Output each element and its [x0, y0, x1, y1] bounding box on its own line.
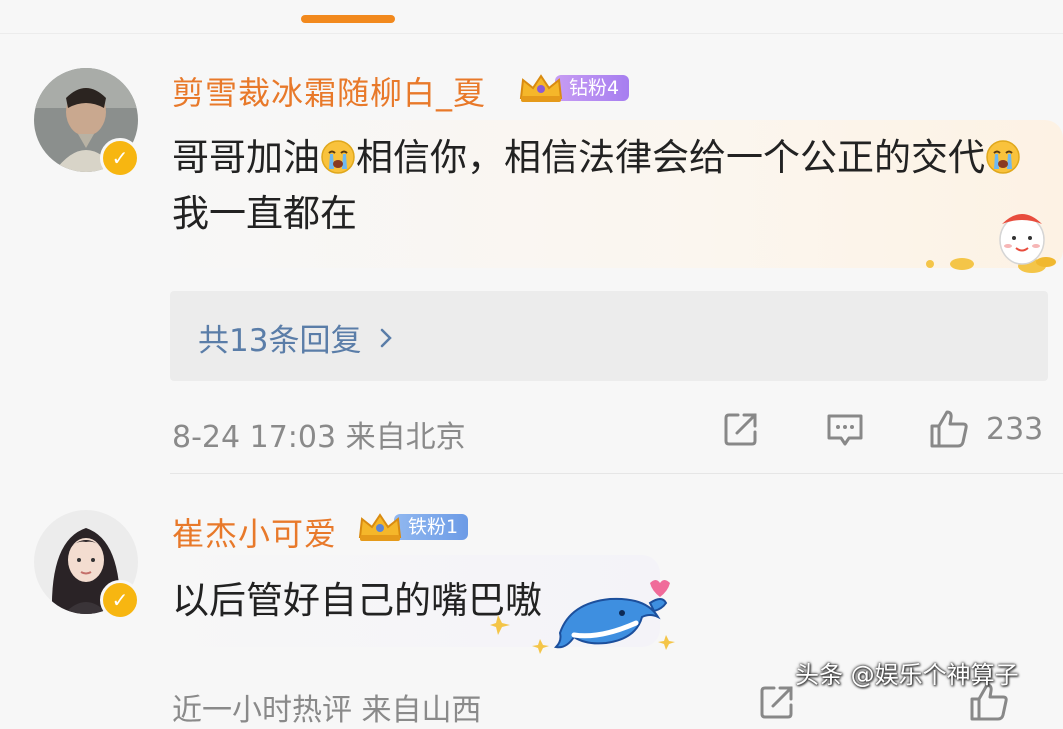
comment-text-part: 哥哥加油 — [172, 136, 320, 179]
crown-icon — [519, 74, 563, 102]
crown-icon — [358, 513, 402, 541]
crying-emoji-icon — [986, 140, 1020, 174]
share-button[interactable] — [758, 683, 796, 721]
replies-box[interactable]: 共13条回复 — [170, 291, 1048, 381]
share-button[interactable] — [722, 410, 760, 448]
view-replies-link[interactable]: 共13条回复 — [198, 315, 393, 360]
comment-text-part: 相信你，相信法律会给一个公正的交代 — [356, 136, 985, 179]
like-button[interactable]: 233 — [928, 408, 1043, 450]
reply-button[interactable] — [825, 410, 865, 450]
fan-badge[interactable]: 钻粉4 — [517, 72, 630, 104]
active-tab-indicator — [301, 15, 395, 23]
comment-meta: 近一小时热评 来自山西 — [172, 693, 482, 728]
comment-text-part: 我一直都在 — [172, 192, 357, 235]
username[interactable]: 崔杰小可爱 — [172, 509, 337, 555]
crying-emoji-icon — [321, 140, 355, 174]
fortune-doll-sticker-icon — [926, 214, 1056, 273]
comment-divider — [170, 473, 1063, 474]
comment-icon — [827, 414, 863, 446]
verified-badge-icon: ✓ — [100, 580, 140, 620]
chevron-right-icon — [381, 328, 393, 347]
comment-text: 哥哥加油 相信你，相信法律会给一个公正的交代 我一直都在 — [172, 130, 1042, 242]
share-icon — [760, 686, 793, 719]
header-divider — [0, 33, 1063, 34]
fan-badge[interactable]: 铁粉1 — [356, 511, 469, 543]
comment-item: ✓ 剪雪裁冰霜随柳白_夏 钻粉4 哥哥加油 相信你，相信法律会给一个公正的交代 … — [0, 58, 1063, 478]
fan-badge-label: 铁粉1 — [394, 514, 469, 540]
view-replies-label: 共13条回复 — [198, 323, 362, 359]
like-icon — [930, 410, 968, 448]
verified-badge-icon: ✓ — [100, 138, 140, 178]
comment-meta: 8-24 17:03 来自北京 — [172, 420, 466, 455]
like-count: 233 — [986, 411, 1044, 447]
username[interactable]: 剪雪裁冰霜随柳白_夏 — [172, 68, 486, 114]
whale-sticker-icon — [490, 580, 675, 654]
fan-badge-label: 钻粉4 — [555, 75, 630, 101]
watermark: 头条 @娱乐个神算子 — [795, 661, 1019, 689]
share-icon — [724, 413, 757, 446]
